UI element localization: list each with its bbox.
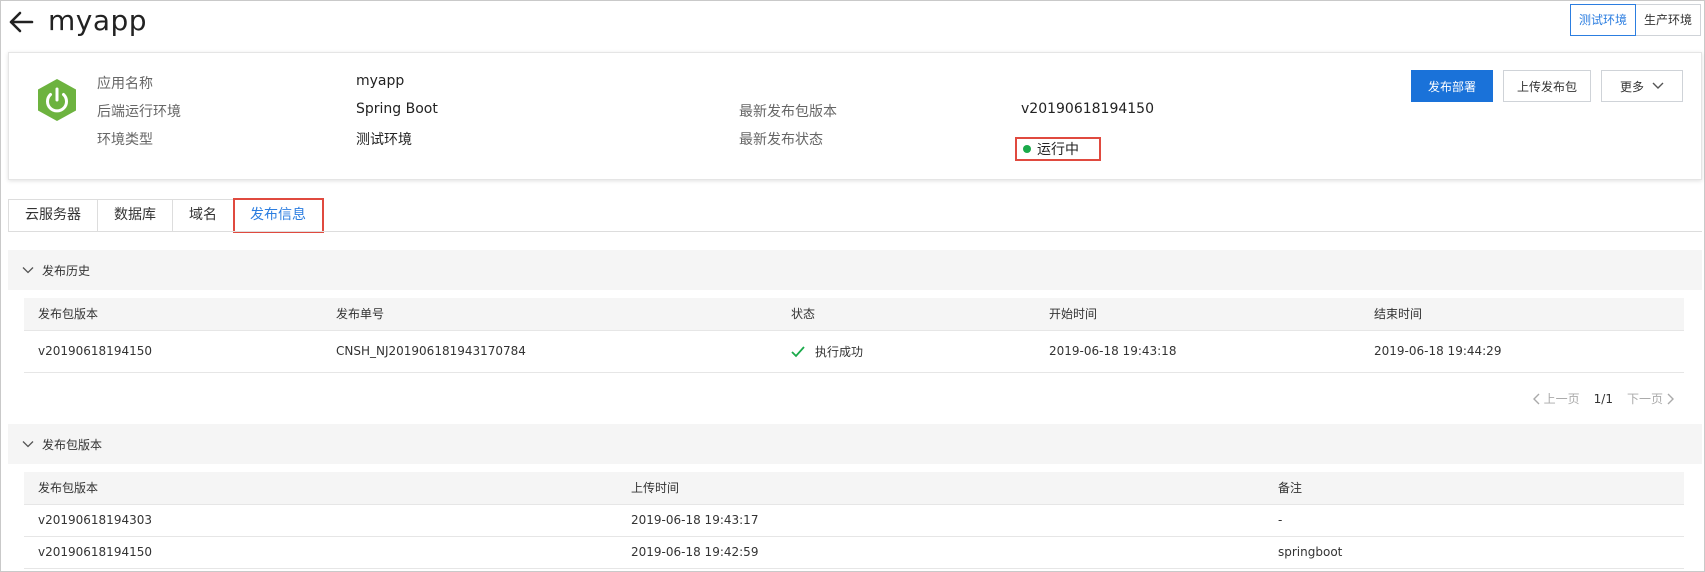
chevron-down-icon [22,441,34,448]
tab-database[interactable]: 数据库 [98,199,173,232]
row-status: 执行成功 [777,330,1035,373]
row-status-text: 执行成功 [815,344,864,359]
row-end-time: 2019-06-18 19:44:29 [1360,330,1684,373]
package-versions-title: 发布包版本 [42,437,103,452]
app-name-value: myapp [356,73,405,89]
row-order-id: CNSH_NJ201906181943170784 [322,330,777,373]
table-row: v20190618194303 2019-06-18 19:43:17 - [24,504,1684,537]
tab-cloud-server[interactable]: 云服务器 [8,199,98,232]
tab-bar: 云服务器 数据库 域名 发布信息 [8,198,324,233]
row-note: - [1264,504,1684,537]
env-prod-button[interactable]: 生产环境 [1635,4,1701,36]
prev-page-button[interactable]: 上一页 [1532,390,1580,407]
runtime-label: 后端运行环境 [97,104,181,120]
runtime-value: Spring Boot [356,101,438,117]
column-header: 发布包版本 [24,298,322,331]
tab-divider [8,231,1702,232]
prev-page-label: 上一页 [1543,392,1580,406]
status-badge: 运行中 [1015,137,1101,161]
check-icon [791,346,805,358]
next-page-label: 下一页 [1626,392,1663,406]
row-note: springboot [1264,536,1684,569]
release-history-header[interactable]: 发布历史 [8,250,1702,290]
row-version: v20190618194150 [24,330,322,373]
more-button[interactable]: 更多 [1601,70,1683,102]
column-header: 发布单号 [322,298,777,331]
app-info-card: 应用名称 myapp 后端运行环境 Spring Boot 环境类型 测试环境 … [8,52,1702,180]
next-page-button[interactable]: 下一页 [1627,390,1675,407]
latest-package-value: v20190618194150 [1021,101,1154,117]
column-header: 状态 [777,298,1035,331]
row-version: v20190618194150 [24,536,617,569]
page-title: myapp [48,4,148,37]
row-version: v20190618194303 [24,504,617,537]
deploy-button[interactable]: 发布部署 [1411,70,1493,102]
app-name-label: 应用名称 [97,76,153,92]
table-row: v20190618194150 2019-06-18 19:42:59 spri… [24,536,1684,569]
column-header: 结束时间 [1360,298,1684,331]
pagination: 上一页 1/1 下一页 [1532,390,1675,407]
page-indicator: 1/1 [1593,391,1613,406]
more-button-label: 更多 [1619,79,1644,94]
chevron-down-icon [1652,82,1664,89]
column-header: 发布包版本 [24,472,617,505]
package-versions-header[interactable]: 发布包版本 [8,424,1702,464]
latest-status-label: 最新发布状态 [739,132,823,148]
chevron-down-icon [22,267,34,274]
env-type-value: 测试环境 [356,132,412,148]
release-history-title: 发布历史 [42,263,91,278]
latest-package-label: 最新发布包版本 [739,104,837,120]
status-text: 运行中 [1037,142,1079,158]
back-arrow-icon[interactable] [8,10,34,34]
release-history-table: 发布包版本 发布单号 状态 开始时间 结束时间 v20190618194150 … [24,298,1684,373]
row-upload-time: 2019-06-18 19:42:59 [617,536,1264,569]
tab-release-info[interactable]: 发布信息 [233,198,324,233]
env-switch: 测试环境 生产环境 [1569,4,1701,36]
spring-boot-logo-icon [38,79,76,121]
chevron-right-icon [1667,393,1674,404]
package-versions-table: 发布包版本 上传时间 备注 v20190618194303 2019-06-18… [24,472,1684,569]
env-test-button[interactable]: 测试环境 [1569,4,1636,36]
table-row: v20190618194150 CNSH_NJ20190618194317078… [24,330,1684,373]
row-start-time: 2019-06-18 19:43:18 [1035,330,1360,373]
tab-domain[interactable]: 域名 [173,199,234,232]
chevron-left-icon [1532,393,1540,404]
upload-package-button[interactable]: 上传发布包 [1503,70,1591,102]
column-header: 开始时间 [1035,298,1360,331]
env-type-label: 环境类型 [97,132,153,148]
column-header: 上传时间 [617,472,1264,505]
row-upload-time: 2019-06-18 19:43:17 [617,504,1264,537]
status-dot-icon [1023,145,1031,153]
column-header: 备注 [1264,472,1684,505]
